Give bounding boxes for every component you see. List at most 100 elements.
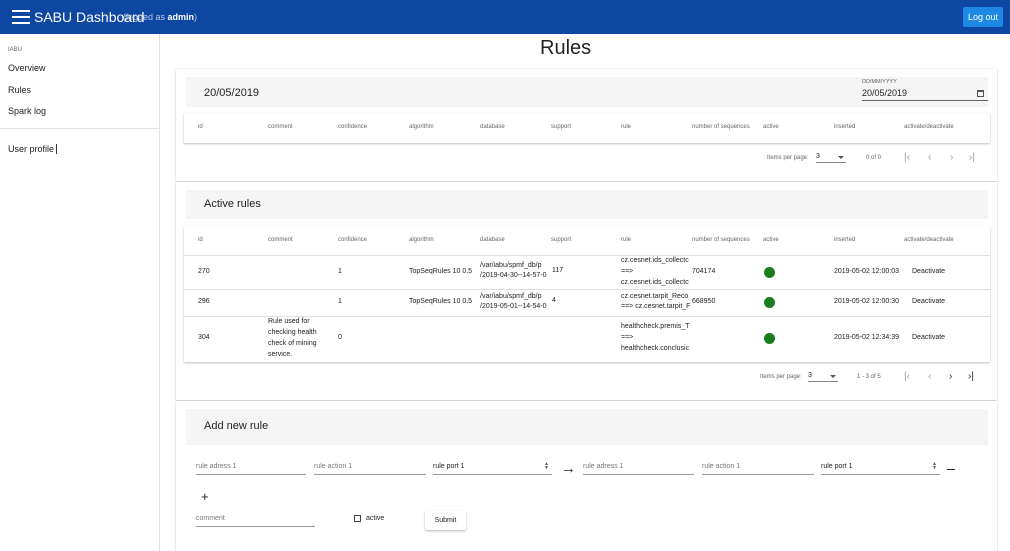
page-title: Rules <box>540 37 592 59</box>
col-rule: rule <box>621 237 632 243</box>
sidebar-item-spark-log[interactable]: Spark log <box>8 106 46 116</box>
active-status-dot <box>764 297 775 308</box>
sidebar-divider <box>0 128 159 129</box>
active-checkbox[interactable] <box>354 515 361 522</box>
col-database: database <box>480 237 505 243</box>
chevron-down-icon <box>838 156 844 159</box>
first-page-icon[interactable]: |‹ <box>904 371 910 382</box>
submit-button[interactable]: Submit <box>425 511 466 530</box>
col-support: support <box>551 237 572 243</box>
previous-page-icon[interactable]: ‹ <box>928 371 931 382</box>
first-page-icon[interactable]: |‹ <box>904 152 910 163</box>
col-activate-deactivate: activate/deactivate <box>904 237 954 243</box>
cell-support: 117 <box>552 267 564 274</box>
row-divider <box>184 316 990 317</box>
sidebar: IABU Overview Rules Spark log User profi… <box>0 34 160 551</box>
items-per-page-select[interactable]: 3 <box>808 372 838 382</box>
menu-icon[interactable] <box>12 10 30 24</box>
cell-algorithm: TopSeqRules 10 0.5 <box>409 298 473 305</box>
active-rules-header-band: Active rules <box>186 190 988 219</box>
cell-database-line2: /2019-05-01--14-54-0 <box>480 303 547 310</box>
col-inserted: inserted <box>834 237 856 243</box>
cell-rule-line3: healthcheck.conclusic <box>621 345 690 352</box>
sidebar-item-rules[interactable]: Rules <box>8 85 31 95</box>
col-algorithm: algorithm <box>409 124 434 130</box>
active-rules-card: Active rules id comment confidence algor… <box>176 182 997 400</box>
next-page-icon[interactable]: › <box>949 371 952 382</box>
rule-address-input-left[interactable]: rule adress 1 <box>196 463 306 475</box>
top-app-bar: SABU Dashboard (logged as admin) Log out <box>0 0 1010 34</box>
rule-action-input-left[interactable]: rule action 1 <box>314 463 426 475</box>
next-page-icon[interactable]: › <box>950 152 953 163</box>
cell-comment-line3: check of mining <box>268 340 317 347</box>
add-rule-icon[interactable]: + <box>201 489 209 504</box>
cell-database-line2: /2019-04-30--14-57-0 <box>480 272 547 279</box>
logout-button[interactable]: Log out <box>963 7 1003 27</box>
active-rules-table: id comment confidence algorithm database… <box>184 226 990 362</box>
items-per-page-label: Items per page: <box>760 374 802 380</box>
last-page-icon[interactable]: ›| <box>969 152 975 163</box>
cell-rule-line1: cz.cesnet.ids_collectc <box>621 257 689 264</box>
logged-as-text: (logged as admin) <box>123 12 198 22</box>
cell-inserted: 2019-05-02 12:34:39 <box>834 334 899 341</box>
cell-comment-line2: checking health <box>268 329 317 336</box>
col-comment: comment <box>268 237 293 243</box>
items-per-page-select[interactable]: 3 <box>816 153 846 163</box>
rule-address-input-right[interactable]: rule adress 1 <box>583 463 694 475</box>
cell-inserted: 2019-05-02 12:00:30 <box>834 298 899 305</box>
add-rule-header-band: Add new rule <box>186 409 988 445</box>
sidebar-section-label: IABU <box>8 47 23 53</box>
row-divider <box>184 289 990 290</box>
date-rules-card: 20/05/2019 DD/MM/YYYY 20/05/2019 id comm… <box>176 69 997 181</box>
col-confidence: confidence <box>338 237 368 243</box>
pagination-range: 0 of 0 <box>866 155 882 161</box>
cell-rule-line3: cz.cesnet.ids_collectc <box>621 279 689 286</box>
cell-sequences: 668950 <box>692 298 716 305</box>
date-input-underline <box>862 100 988 101</box>
col-id: id <box>198 237 203 243</box>
rule-action-input-right[interactable]: rule action 1 <box>702 463 814 475</box>
col-number-of-sequences: number of sequences <box>692 124 750 130</box>
cell-algorithm: TopSeqRules 10 0.5 <box>409 268 473 275</box>
active-checkbox-label: active <box>366 515 385 522</box>
col-support: support <box>551 124 572 130</box>
port-spinner-icon[interactable]: ▲ ▼ <box>544 462 549 471</box>
cell-id: 296 <box>198 298 210 305</box>
active-status-dot <box>764 267 775 278</box>
date-input-label: DD/MM/YYYY <box>862 79 897 85</box>
pagination-range: 1 - 3 of 5 <box>857 374 881 380</box>
col-algorithm: algorithm <box>409 237 434 243</box>
active-status-dot <box>764 333 775 344</box>
col-activate-deactivate: activate/deactivate <box>904 124 954 130</box>
calendar-icon[interactable] <box>977 90 984 97</box>
logged-user: admin <box>167 12 195 22</box>
col-confidence: confidence <box>338 124 368 130</box>
rule-port-input-left[interactable]: rule port 1 <box>433 463 552 475</box>
cell-sequences: 704174 <box>692 268 716 275</box>
cell-comment-line4: service. <box>268 351 293 358</box>
rule-port-input-right[interactable]: rule port 1 <box>821 463 940 475</box>
col-inserted: inserted <box>834 124 856 130</box>
cell-rule-line1: cz.cesnet.tarpit_Reco <box>621 293 689 300</box>
deactivate-button[interactable]: Deactivate <box>912 268 945 275</box>
col-database: database <box>480 124 505 130</box>
comment-input[interactable]: comment <box>196 515 315 527</box>
deactivate-button[interactable]: Deactivate <box>912 334 945 341</box>
deactivate-button[interactable]: Deactivate <box>912 298 945 305</box>
sidebar-item-user-profile[interactable]: User profile <box>8 144 58 154</box>
col-rule: rule <box>621 124 632 130</box>
col-active: active <box>763 124 779 130</box>
date-input[interactable]: 20/05/2019 <box>862 88 907 98</box>
sidebar-item-overview[interactable]: Overview <box>8 63 46 73</box>
previous-page-icon[interactable]: ‹ <box>928 152 931 163</box>
port-spinner-icon[interactable]: ▲ ▼ <box>932 462 937 471</box>
cell-rule-line2: ==> cz.cesnet.tarpit_F <box>621 303 691 310</box>
cell-rule-line2: ==> <box>621 334 634 341</box>
cell-support: 4 <box>552 297 556 304</box>
date-heading: 20/05/2019 <box>204 87 260 99</box>
last-page-icon[interactable]: ›| <box>968 371 974 382</box>
add-rule-card: Add new rule rule adress 1 rule action 1… <box>176 401 997 551</box>
cell-inserted: 2019-05-02 12:00:03 <box>834 268 899 275</box>
remove-rule-icon[interactable] <box>947 469 955 470</box>
cell-confidence: 0 <box>338 334 342 341</box>
